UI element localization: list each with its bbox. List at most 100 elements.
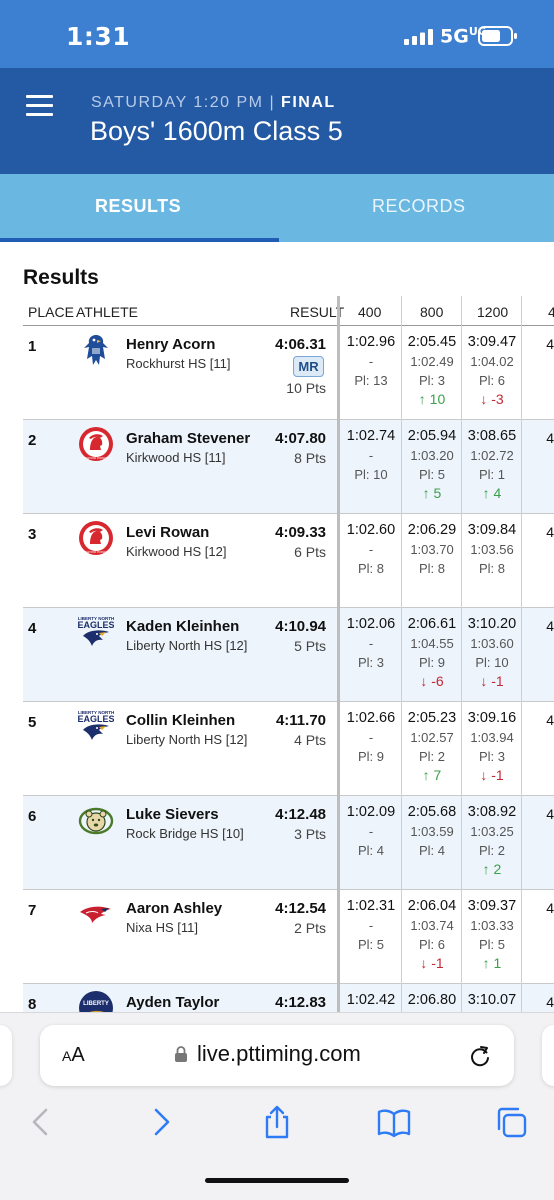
split-overflow: 4 xyxy=(546,806,554,822)
text-size-button[interactable]: AA xyxy=(62,1044,85,1067)
split-time: 2:05.23 xyxy=(407,710,457,726)
table-row[interactable]: 2 KIRKWOOD PIONEERS Graham Stevener Kirkwoo… xyxy=(23,420,554,514)
tab-records[interactable]: RECORDS xyxy=(372,196,466,217)
team-logo-icon: KIRKWOOD PIONEERS xyxy=(78,520,114,556)
share-icon[interactable] xyxy=(260,1105,294,1139)
url-text[interactable]: live.pttiming.com xyxy=(197,1041,361,1067)
split-place: Pl: 1 xyxy=(478,467,505,482)
svg-text:EAGLES: EAGLES xyxy=(78,620,114,630)
reload-icon[interactable] xyxy=(468,1043,492,1069)
athlete-team: Rockhurst HS [11] xyxy=(126,356,231,371)
clock: 1:31 xyxy=(66,22,131,51)
browser-toolbar: AA live.pttiming.com xyxy=(0,1012,554,1200)
lap-time: 1:02.57 xyxy=(410,730,454,745)
split-time: 3:09.37 xyxy=(467,898,517,914)
hamburger-menu-icon[interactable] xyxy=(26,95,53,116)
split-place: Pl: 3 xyxy=(478,749,505,764)
svg-text:KIRKWOOD PIONEERS: KIRKWOOD PIONEERS xyxy=(79,550,112,554)
athlete-team: Liberty North HS [12] xyxy=(126,732,248,747)
place-number: 3 xyxy=(28,526,37,543)
column-divider xyxy=(521,296,522,1012)
split-time: 1:02.96 xyxy=(346,334,396,350)
next-tab-card[interactable] xyxy=(542,1025,554,1086)
table-row[interactable]: 5 LIBERTY NORTH EAGLES Collin Kleinhen Liber… xyxy=(23,702,554,796)
result-time: 4:06.31 xyxy=(275,336,326,353)
athlete-name[interactable]: Henry Acorn xyxy=(126,336,215,353)
signal-icon xyxy=(404,29,433,45)
split-1200: 3:10.07 xyxy=(462,990,522,1010)
lap-time: - xyxy=(368,824,374,839)
split-overflow: 4 xyxy=(546,524,554,540)
column-header-split-1200[interactable]: 1200 xyxy=(477,304,508,320)
split-800: 2:05.68 1:03.59 Pl: 4 xyxy=(402,802,462,860)
lap-time: - xyxy=(368,542,374,557)
split-place: Pl: 5 xyxy=(418,467,445,482)
split-place: Pl: 6 xyxy=(418,937,445,952)
athlete-team: Rock Bridge HS [10] xyxy=(126,826,244,841)
tabs-icon[interactable] xyxy=(494,1105,528,1139)
place-change-up: ↑ 5 xyxy=(422,485,442,501)
lap-time: 1:02.72 xyxy=(470,448,514,463)
lap-time: 1:04.02 xyxy=(470,354,514,369)
table-row[interactable]: 6 Luke Sievers Rock Bridge HS [10] 4:12.48 3… xyxy=(23,796,554,890)
athlete-name[interactable]: Kaden Kleinhen xyxy=(126,618,239,635)
column-header-athlete[interactable]: ATHLETE xyxy=(76,304,138,320)
bookmarks-icon[interactable] xyxy=(377,1105,411,1139)
result-time: 4:10.94 xyxy=(275,618,326,635)
table-row[interactable]: 3 KIRKWOOD PIONEERS Levi Rowan Kirkwood HS … xyxy=(23,514,554,608)
split-time: 3:08.65 xyxy=(467,428,517,444)
athlete-team: Nixa HS [11] xyxy=(126,920,199,935)
athlete-name[interactable]: Graham Stevener xyxy=(126,430,250,447)
column-header-split-800[interactable]: 800 xyxy=(420,304,443,320)
results-heading: Results xyxy=(23,266,99,289)
column-header-split-400[interactable]: 400 xyxy=(358,304,381,320)
split-place: Pl: 3 xyxy=(418,373,445,388)
split-400: 1:02.96 - Pl: 13 xyxy=(341,332,401,390)
table-row[interactable]: 4 LIBERTY NORTH EAGLES Kaden Kleinhen Libert… xyxy=(23,608,554,702)
team-logo-icon xyxy=(78,332,114,368)
split-400: 1:02.60 - Pl: 8 xyxy=(341,520,401,578)
points: 6 Pts xyxy=(294,544,326,560)
lap-time: 1:03.56 xyxy=(470,542,514,557)
column-divider xyxy=(337,296,340,1012)
split-place: Pl: 2 xyxy=(418,749,445,764)
result-time: 4:12.83 xyxy=(275,994,326,1011)
tab-results[interactable]: RESULTS xyxy=(95,196,181,217)
athlete-name[interactable]: Aaron Ashley xyxy=(126,900,222,917)
back-arrow-icon[interactable] xyxy=(24,1105,58,1139)
lap-time: 1:03.33 xyxy=(470,918,514,933)
points: 8 Pts xyxy=(294,450,326,466)
split-800: 2:05.45 1:02.49 Pl: 3 ↑ 10 xyxy=(402,332,462,409)
forward-arrow-icon[interactable] xyxy=(144,1105,178,1139)
split-400: 1:02.74 - Pl: 10 xyxy=(341,426,401,484)
athlete-name[interactable]: Ayden Taylor xyxy=(126,994,219,1011)
address-bar[interactable]: AA live.pttiming.com xyxy=(40,1025,514,1086)
result-time: 4:12.54 xyxy=(275,900,326,917)
table-row[interactable]: 7 Aaron Ashley Nixa HS [11] 4:12.54 2 Pts 1:0… xyxy=(23,890,554,984)
split-time: 1:02.31 xyxy=(346,898,396,914)
lap-time: - xyxy=(368,918,374,933)
split-400: 1:02.06 - Pl: 3 xyxy=(341,614,401,672)
split-time: 2:06.80 xyxy=(407,992,457,1008)
split-800: 2:06.29 1:03.70 Pl: 8 xyxy=(402,520,462,578)
split-overflow: 4 xyxy=(546,900,554,916)
svg-text:EAGLES: EAGLES xyxy=(78,714,114,724)
split-time: 2:06.29 xyxy=(407,522,457,538)
place-change-down: ↓ -3 xyxy=(480,391,504,407)
athlete-name[interactable]: Luke Sievers xyxy=(126,806,219,823)
result-time: 4:09.33 xyxy=(275,524,326,541)
lap-time: 1:04.55 xyxy=(410,636,454,651)
split-place: Pl: 10 xyxy=(354,467,388,482)
table-row[interactable]: 1 Henry Acorn Rockhurst HS [11] 4:06.31 MR 10… xyxy=(23,326,554,420)
split-place: Pl: 3 xyxy=(357,655,384,670)
column-header-place[interactable]: PLACE xyxy=(28,304,74,320)
split-overflow: 4 xyxy=(546,994,554,1010)
athlete-name[interactable]: Collin Kleinhen xyxy=(126,712,235,729)
split-time: 2:05.94 xyxy=(407,428,457,444)
result-time: 4:11.70 xyxy=(275,712,326,729)
result-time: 4:12.48 xyxy=(275,806,326,823)
athlete-team: Liberty North HS [12] xyxy=(126,638,248,653)
home-indicator xyxy=(205,1178,349,1183)
athlete-name[interactable]: Levi Rowan xyxy=(126,524,209,541)
previous-tab-card[interactable] xyxy=(0,1025,12,1086)
